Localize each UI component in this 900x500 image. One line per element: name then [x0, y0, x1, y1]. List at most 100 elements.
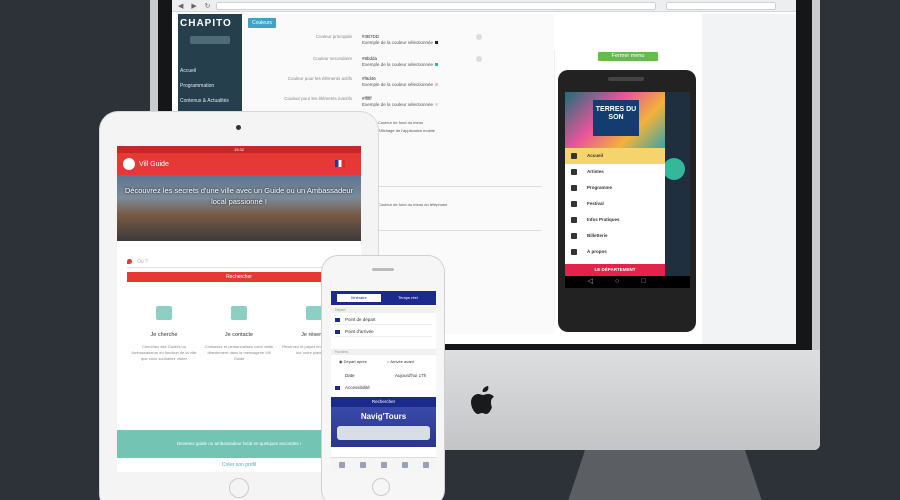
credit-card-icon: [306, 306, 322, 320]
feature-contact: Je contacte Contactez et personnalisez v…: [204, 306, 274, 362]
browser-search-field[interactable]: [666, 2, 776, 10]
field-placeholder: Point d'arrivée: [345, 329, 374, 334]
address-bar[interactable]: [216, 2, 656, 10]
hint-text: Exemple de la couleur sélectionnée: [362, 102, 434, 107]
menu-item-label: Billetterie: [587, 233, 608, 238]
feature-desc: Cherchez des Guides ou Ambassadeurs en f…: [131, 344, 197, 361]
form-label: Couleur pour les éléments inactifs: [284, 96, 352, 101]
people-icon: [571, 169, 577, 175]
menu-item-artistes[interactable]: Artistes: [565, 164, 665, 180]
hero-line-1: Découvrez les secrets d'une ville avec u…: [124, 186, 354, 195]
radio-arrivee-avant[interactable]: ○ Arrivée avant: [387, 359, 414, 364]
search-button[interactable]: Rechercher: [331, 397, 436, 407]
form-row: Couleur secondaire #8bdda Exemple de la …: [252, 56, 552, 76]
divider: [372, 186, 542, 187]
french-flag-icon[interactable]: [335, 160, 345, 167]
form-label: Couleur principale: [315, 34, 352, 39]
field-placeholder: Point de départ: [345, 317, 376, 322]
date-label: Date: [345, 373, 355, 378]
hero-text: Découvrez les secrets d'une ville avec u…: [117, 185, 361, 207]
monitor-icon: [156, 306, 172, 320]
iphone-home-button[interactable]: [372, 478, 390, 496]
tab-temps-reel[interactable]: Temps réel: [386, 294, 430, 302]
form-label: Couleur pour les éléments actifs: [287, 76, 352, 81]
note-text: Couleur de fond du menu: [378, 120, 424, 125]
close-menu-button[interactable]: Fermer menu: [598, 52, 658, 61]
departure-field[interactable]: Point de départ: [335, 315, 432, 325]
tram-image: [337, 426, 430, 440]
ticket-icon[interactable]: [402, 462, 408, 468]
info-icon[interactable]: [476, 34, 482, 40]
home-icon: [571, 153, 577, 159]
wheelchair-icon: [335, 386, 340, 390]
ticket-icon: [571, 233, 577, 239]
color-input[interactable]: #3B7DD: [362, 34, 379, 39]
menu-item-infos[interactable]: Infos Pratiques: [565, 212, 665, 228]
fab-button[interactable]: [663, 158, 685, 180]
info-icon: [571, 249, 577, 255]
menu-item-billetterie[interactable]: Billetterie: [565, 228, 665, 244]
recents-icon[interactable]: □: [641, 278, 667, 285]
date-row[interactable]: Date Aujourd'hui 17h: [335, 371, 432, 381]
clock-icon[interactable]: [381, 462, 387, 468]
section-label: Horaires: [331, 349, 436, 355]
accessibility-row[interactable]: Accessibilité: [335, 383, 432, 393]
browser-nav-icons[interactable]: ◀ ▶ ↻: [178, 2, 214, 10]
feature-search: Je cherche Cherchez des Guides ou Ambass…: [129, 306, 199, 362]
home-button-icon[interactable]: ○: [615, 278, 641, 285]
color-swatch: [435, 41, 439, 44]
search-icon[interactable]: [339, 462, 345, 468]
app-title: Vill Guide: [139, 161, 169, 168]
pin-icon: [127, 259, 132, 264]
hint-text: Exemple de la couleur sélectionnée: [362, 82, 434, 87]
avatar[interactable]: [190, 36, 230, 44]
menu-item-programme[interactable]: Programme: [565, 180, 665, 196]
browser-toolbar: ◀ ▶ ↻: [172, 0, 796, 12]
menu-item-label: Accueil: [587, 153, 604, 158]
tab-couleurs[interactable]: Couleurs: [248, 18, 277, 28]
divider: [372, 230, 542, 231]
form-label: Couleur secondaire: [312, 56, 352, 61]
form-row: Couleur pour les éléments actifs #f6d46 …: [252, 76, 552, 96]
status-bar: 19:32: [117, 146, 361, 153]
tab-itineraire[interactable]: Itinéraire: [337, 294, 381, 302]
color-input[interactable]: #ffffff: [362, 96, 372, 101]
apple-logo-icon: [471, 386, 494, 414]
map-icon[interactable]: [360, 462, 366, 468]
arrival-field[interactable]: Point d'arrivée: [335, 327, 432, 337]
brand-logo: Navig'Tours: [360, 412, 407, 421]
ipad-camera: [236, 125, 241, 130]
menu-item-apropos[interactable]: À propos: [565, 244, 665, 260]
accessibility-label: Accessibilité: [345, 385, 370, 390]
menu-item-label: Artistes: [587, 169, 604, 174]
note-text: Affichage de l'application mobile: [378, 128, 435, 133]
app-background: [665, 92, 690, 288]
android-robot-icon: [123, 158, 135, 170]
info-icon[interactable]: [476, 56, 482, 62]
hero-line-2: local passionné !: [211, 197, 267, 206]
ipad-home-button[interactable]: [229, 478, 249, 498]
location-input[interactable]: Où ?: [127, 256, 351, 268]
admin-logo: CHAPITO: [180, 18, 232, 29]
sidebar-item-contenus[interactable]: Contenus & Actualités: [180, 94, 229, 109]
menu-item-festival[interactable]: Festival: [565, 196, 665, 212]
radio-depart-apres[interactable]: ◉ Départ après: [339, 359, 367, 364]
back-icon[interactable]: ◁: [588, 278, 615, 285]
segmented-tabs: Itinéraire Temps réel: [331, 291, 436, 305]
menu-item-accueil[interactable]: Accueil: [565, 148, 665, 164]
admin-right-panel: [702, 14, 796, 344]
imac-stand: [565, 450, 765, 500]
search-button[interactable]: Rechercher: [127, 272, 351, 282]
banner-title: TERRES DU SON: [593, 100, 639, 136]
color-swatch: [435, 103, 439, 106]
radio-label: Départ après: [343, 359, 367, 364]
sidebar-item-programmation[interactable]: Programmation: [180, 79, 229, 94]
android-navbar: ◁○□: [565, 276, 690, 288]
color-input[interactable]: #8bdda: [362, 56, 377, 61]
sidebar-item-accueil[interactable]: Accueil: [180, 64, 229, 79]
color-input[interactable]: #f6d46: [362, 76, 376, 81]
more-icon[interactable]: [423, 462, 429, 468]
menu-item-label: Festival: [587, 201, 604, 206]
input-placeholder: Où ?: [137, 259, 148, 265]
android-screen: TERRES DU SON Accueil Artistes Programme…: [565, 92, 690, 288]
